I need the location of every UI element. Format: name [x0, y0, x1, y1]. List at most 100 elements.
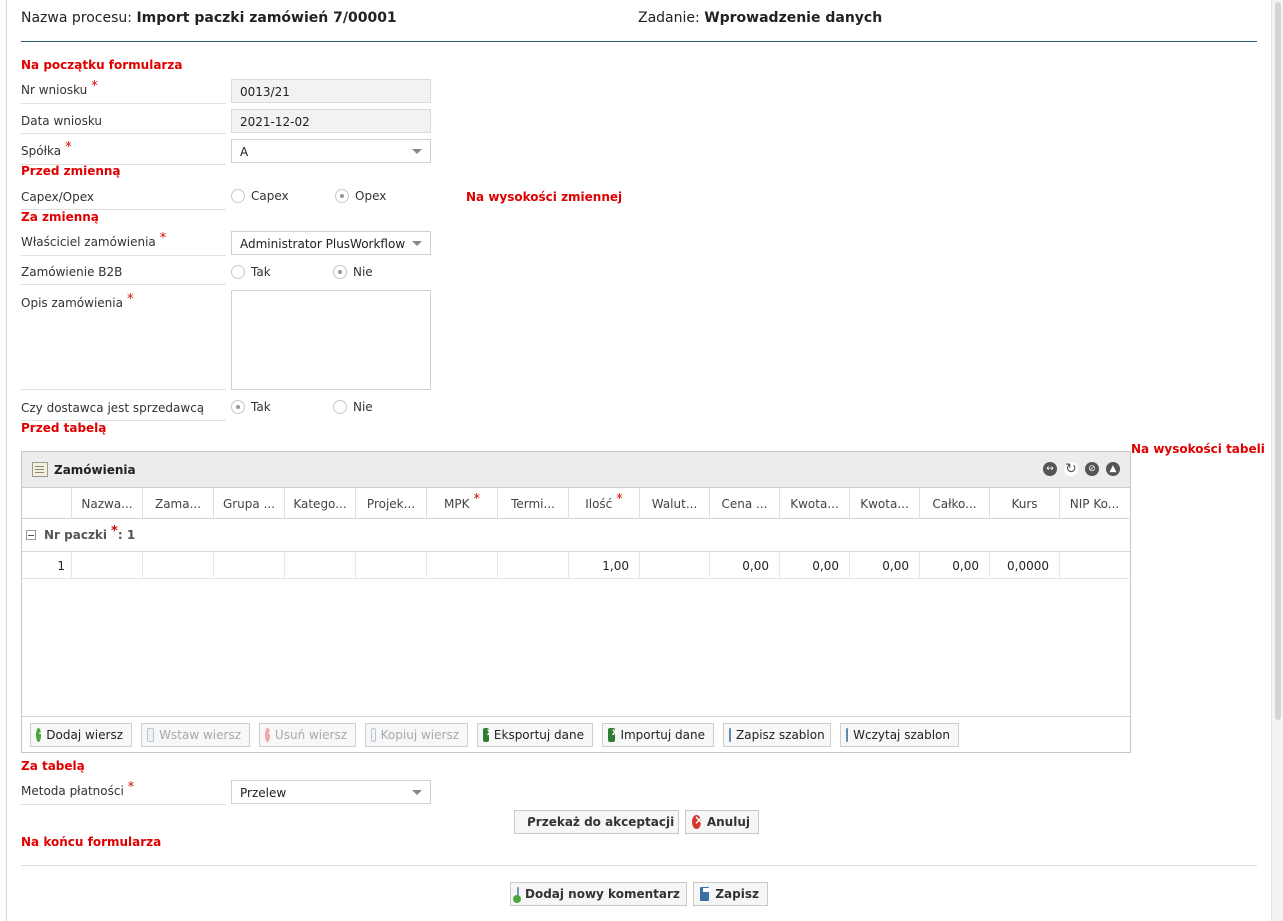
opis-textarea[interactable]	[231, 290, 431, 390]
wlasciciel-label: Właściciel zamówienia *	[21, 231, 226, 256]
marker-at-table: Na wysokości tabeli	[1131, 442, 1265, 456]
column-header-label: Nazwa...	[81, 496, 133, 511]
wlasciciel-select[interactable]: Administrator PlusWorkflow	[231, 231, 431, 255]
insert-row-button[interactable]: Wstaw wiersz	[141, 722, 250, 747]
group-row[interactable]: Nr paczki *: 1	[22, 519, 1130, 552]
add-row-button[interactable]: Dodaj wiersz	[30, 722, 132, 747]
radio-dostawca-nie[interactable]: Nie	[333, 400, 373, 414]
table-row[interactable]: 1 1,00 0,00 0,00 0,00 0,00 0,0000	[22, 552, 1129, 579]
table-cell[interactable]	[355, 552, 426, 579]
marker-form-end: Na końcu formularza	[21, 835, 162, 849]
copy-row-button[interactable]: Kopiuj wiersz	[365, 722, 468, 747]
column-header[interactable]: Projek...	[355, 488, 426, 519]
table-cell[interactable]	[639, 552, 709, 579]
column-header[interactable]: Kwota...	[779, 488, 849, 519]
radio-circle-icon	[333, 400, 347, 414]
window-left-border	[6, 0, 7, 921]
task-name-line: Zadanie: Wprowadzenie danych	[638, 10, 882, 26]
table-cell[interactable]	[71, 552, 142, 579]
grid-tools: ↔ ↻ ⊘ ▲	[1043, 462, 1120, 476]
grid-header-row: Nazwa... Zama... Grupa ... Katego... Projek.…	[22, 488, 1129, 519]
save-button[interactable]: Zapisz	[693, 882, 768, 906]
required-marker: *	[126, 292, 134, 307]
table-cell[interactable]	[426, 552, 497, 579]
column-header[interactable]: Kurs	[989, 488, 1059, 519]
data-wniosku-label-text: Data wniosku	[21, 114, 102, 128]
radio-b2b-nie[interactable]: Nie	[333, 265, 373, 279]
cancel-button[interactable]: Anuluj	[685, 810, 759, 834]
column-header[interactable]: Zama...	[142, 488, 213, 519]
expand-columns-icon[interactable]: ↔	[1043, 462, 1057, 476]
opis-label: Opis zamówienia *	[21, 292, 226, 390]
column-header[interactable]: Ilość *	[568, 488, 639, 519]
required-marker: *	[473, 492, 480, 507]
delete-row-button[interactable]: Usuń wiersz	[259, 722, 356, 747]
column-header[interactable]: Nazwa...	[71, 488, 142, 519]
grid-panel-header: Zamówienia ↔ ↻ ⊘ ▲	[22, 452, 1130, 488]
save-template-button[interactable]: Zapisz szablon	[723, 722, 831, 747]
radio-dostawca-tak[interactable]: Tak	[231, 400, 271, 414]
table-cell[interactable]: 1,00	[568, 552, 639, 579]
nr-wniosku-field[interactable]: 0013/21	[231, 79, 431, 103]
chevron-down-icon	[412, 241, 422, 246]
column-header[interactable]: NIP Ko...	[1059, 488, 1129, 519]
comment-icon	[513, 887, 521, 903]
cancel-label: Anuluj	[706, 815, 750, 829]
radio-capex[interactable]: Capex	[231, 189, 289, 203]
table-cell[interactable]	[497, 552, 568, 579]
accept-button[interactable]: Przekaż do akceptacji	[514, 810, 679, 834]
table-cell[interactable]: 0,00	[779, 552, 849, 579]
opis-label-text: Opis zamówienia	[21, 296, 123, 310]
column-header-label: Projek...	[366, 496, 416, 511]
load-template-label: Wczytaj szablon	[853, 727, 950, 742]
column-header[interactable]: Całko...	[919, 488, 989, 519]
table-cell[interactable]: 1	[22, 552, 71, 579]
save-label: Zapisz	[715, 887, 759, 901]
capex-opex-label: Capex/Opex	[21, 190, 226, 210]
table-cell[interactable]	[213, 552, 284, 579]
column-header[interactable]: Katego...	[284, 488, 355, 519]
table-cell[interactable]: 0,00	[919, 552, 989, 579]
orders-grid-panel: Zamówienia ↔ ↻ ⊘ ▲ Nazwa... Zama... Grupa …	[21, 451, 1131, 753]
chevron-down-icon	[412, 790, 422, 795]
export-label: Eksportuj dane	[493, 727, 584, 742]
radio-opex-label: Opex	[355, 189, 387, 203]
marker-after-variable: Za zmienną	[21, 210, 99, 224]
radio-opex[interactable]: Opex	[335, 189, 386, 203]
column-header-label: Zama...	[154, 496, 202, 511]
export-button[interactable]: Eksportuj dane	[477, 722, 593, 747]
column-header[interactable]: Cena ...	[709, 488, 779, 519]
radio-circle-icon	[231, 400, 245, 414]
metoda-platnosci-select[interactable]: Przelew	[231, 780, 431, 804]
scrollbar-thumb[interactable]	[1275, 2, 1281, 720]
table-cell[interactable]: 0,0000	[989, 552, 1059, 579]
spolka-select[interactable]: A	[231, 139, 431, 163]
metoda-platnosci-value: Przelew	[240, 786, 287, 800]
table-cell[interactable]: 0,00	[849, 552, 919, 579]
import-button[interactable]: Importuj dane	[602, 722, 714, 747]
wlasciciel-label-text: Właściciel zamówienia	[21, 235, 156, 249]
column-header[interactable]: Walut...	[639, 488, 709, 519]
cancel-icon[interactable]: ⊘	[1085, 462, 1099, 476]
load-template-button[interactable]: Wczytaj szablon	[840, 722, 959, 747]
refresh-icon[interactable]: ↻	[1064, 462, 1078, 476]
table-cell[interactable]	[1059, 552, 1129, 579]
radio-b2b-tak-label: Tak	[251, 265, 271, 279]
form-icon	[32, 462, 48, 477]
grid-title: Zamówienia	[54, 462, 136, 477]
column-header[interactable]: MPK *	[426, 488, 497, 519]
metoda-platnosci-label: Metoda płatności *	[21, 780, 226, 805]
collapse-up-icon[interactable]: ▲	[1106, 462, 1120, 476]
table-cell[interactable]: 0,00	[709, 552, 779, 579]
required-marker: *	[616, 492, 623, 507]
radio-b2b-tak[interactable]: Tak	[231, 265, 271, 279]
data-wniosku-field[interactable]: 2021-12-02	[231, 109, 431, 133]
add-comment-button[interactable]: Dodaj nowy komentarz	[510, 882, 687, 906]
table-cell[interactable]	[142, 552, 213, 579]
header-divider	[21, 41, 1257, 42]
column-header[interactable]: Termi...	[497, 488, 568, 519]
collapse-group-icon[interactable]	[26, 530, 36, 540]
column-header[interactable]: Grupa ...	[213, 488, 284, 519]
table-cell[interactable]	[284, 552, 355, 579]
column-header[interactable]: Kwota...	[849, 488, 919, 519]
